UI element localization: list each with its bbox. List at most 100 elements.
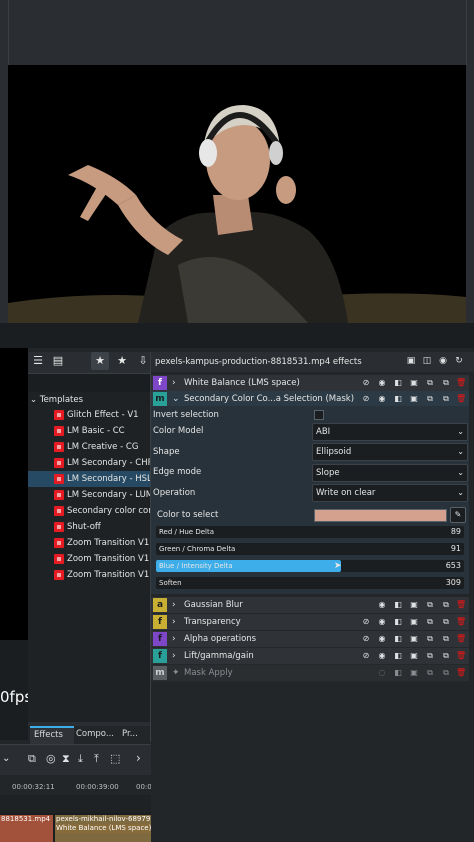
split-icon[interactable]: ⧗: [62, 752, 70, 766]
chevron-right-icon[interactable]: ›: [172, 614, 176, 630]
timeline-clip[interactable]: 8818531.mp4: [0, 815, 53, 842]
compare-icon[interactable]: ◧: [393, 394, 403, 404]
eyedropper-icon[interactable]: ✎: [450, 507, 466, 523]
disable-icon[interactable]: ⊘: [361, 634, 371, 644]
delete-icon[interactable]: 🗑: [456, 394, 466, 404]
eye-icon[interactable]: ◉: [377, 378, 387, 388]
tree-item[interactable]: Glitch Effect - V1: [28, 407, 150, 423]
shape-select[interactable]: Ellipsoid ⌄: [312, 443, 468, 461]
slider-red-hue[interactable]: Red / Hue Delta 89: [156, 526, 464, 538]
video-frame[interactable]: [8, 65, 466, 323]
duplicate-icon[interactable]: ⧉: [425, 617, 435, 627]
tree-item-selected[interactable]: LM Secondary - HSL: [28, 471, 150, 487]
star-filled-icon[interactable]: ★: [91, 352, 109, 370]
eye-icon[interactable]: ◉: [377, 394, 387, 404]
operation-select[interactable]: Write on clear ⌄: [312, 484, 468, 502]
eye-off-icon[interactable]: ◌: [377, 668, 387, 678]
edge-mode-select[interactable]: Slope ⌄: [312, 464, 468, 482]
reset-icon[interactable]: ⧉: [441, 668, 451, 678]
slider-blue-intensity[interactable]: Blue / Intensity Delta ➤ 653: [156, 560, 464, 572]
save-icon[interactable]: ▣: [409, 668, 419, 678]
compare-icon[interactable]: ◧: [393, 634, 403, 644]
disable-icon[interactable]: ⊘: [361, 378, 371, 388]
effect-row-mask-apply[interactable]: m ✦ Mask Apply ◌ ◧ ▣ ⧉ ⧉ 🗑: [151, 665, 469, 682]
chevron-right-icon[interactable]: ›: [172, 648, 176, 664]
disable-icon[interactable]: ⊘: [361, 651, 371, 661]
save-icon[interactable]: ▣: [409, 394, 419, 404]
snap-icon[interactable]: ⧉: [28, 752, 36, 766]
effect-row-white-balance[interactable]: f › White Balance (LMS space) ⊘ ◉ ◧ ▣ ⧉ …: [151, 375, 469, 392]
chevron-right-icon[interactable]: ›: [172, 597, 176, 613]
compare-icon[interactable]: ◫: [422, 356, 432, 366]
compare-icon[interactable]: ◧: [393, 651, 403, 661]
reset-icon[interactable]: ⧉: [441, 600, 451, 610]
slider-green-chroma[interactable]: Green / Chroma Delta 91: [156, 543, 464, 555]
reset-icon[interactable]: ⧉: [441, 378, 451, 388]
effect-row-alpha-operations[interactable]: f › Alpha operations ⊘ ◉ ◧ ▣ ⧉ ⧉ 🗑: [151, 631, 469, 648]
reset-icon[interactable]: ⧉: [441, 394, 451, 404]
chevron-right-icon[interactable]: ›: [172, 631, 176, 647]
tree-item[interactable]: Secondary color corr: [28, 503, 150, 519]
save-icon[interactable]: ▤: [49, 352, 67, 370]
refresh-icon[interactable]: ↻: [454, 356, 464, 366]
chevron-down-icon[interactable]: ⌄: [2, 753, 10, 764]
tree-item[interactable]: LM Secondary - CHRO: [28, 455, 150, 471]
duplicate-icon[interactable]: ⧉: [425, 651, 435, 661]
delete-icon[interactable]: 🗑: [456, 634, 466, 644]
delete-icon[interactable]: 🗑: [456, 617, 466, 627]
compare-icon[interactable]: ◧: [393, 617, 403, 627]
save-icon[interactable]: ▣: [406, 356, 416, 366]
list-icon[interactable]: ☰: [29, 352, 47, 370]
effects-search-input[interactable]: [28, 373, 150, 393]
eye-icon[interactable]: ◉: [377, 651, 387, 661]
invert-selection-checkbox[interactable]: [314, 410, 324, 420]
tree-item[interactable]: Zoom Transition V1 -: [28, 535, 150, 551]
eye-icon[interactable]: ◉: [377, 634, 387, 644]
duplicate-icon[interactable]: ⧉: [425, 394, 435, 404]
download-icon[interactable]: ⇩: [134, 352, 152, 370]
timeline-ruler[interactable]: 00:00:32:11 00:00:39:00 00:00:4: [0, 775, 163, 795]
compare-icon[interactable]: ◧: [393, 378, 403, 388]
disable-icon[interactable]: ⊘: [361, 394, 371, 404]
effect-row-transparency[interactable]: f › Transparency ⊘ ◉ ◧ ▣ ⧉ ⧉ 🗑: [151, 614, 469, 631]
eye-icon[interactable]: ◉: [438, 356, 448, 366]
effect-row-lift-gamma-gain[interactable]: f › Lift/gamma/gain ⊘ ◉ ◧ ▣ ⧉ ⧉ 🗑: [151, 648, 469, 665]
delete-icon[interactable]: 🗑: [456, 600, 466, 610]
tree-item[interactable]: Zoom Transition V1 -: [28, 551, 150, 567]
save-icon[interactable]: ▣: [409, 651, 419, 661]
effect-row-gaussian-blur[interactable]: a › Gaussian Blur ◉ ◧ ▣ ⧉ ⧉ 🗑: [151, 597, 469, 614]
star-icon[interactable]: ★: [113, 352, 131, 370]
color-swatch[interactable]: [314, 509, 447, 522]
tree-item[interactable]: Shut-off: [28, 519, 150, 535]
insert-icon[interactable]: ⤓: [78, 752, 83, 766]
reset-icon[interactable]: ⧉: [441, 651, 451, 661]
save-icon[interactable]: ▣: [409, 634, 419, 644]
tree-item[interactable]: Zoom Transition V1 -: [28, 567, 150, 583]
tree-item[interactable]: LM Basic - CC: [28, 423, 150, 439]
timeline-clip[interactable]: pexels-mikhail-nilov-6897970. White Bala…: [55, 815, 152, 842]
duplicate-icon[interactable]: ⧉: [425, 378, 435, 388]
slider-soften[interactable]: Soften 309: [156, 577, 464, 589]
delete-icon[interactable]: 🗑: [456, 668, 466, 678]
eye-icon[interactable]: ◉: [377, 600, 387, 610]
tree-item[interactable]: LM Secondary - LUMA: [28, 487, 150, 503]
save-icon[interactable]: ▣: [409, 378, 419, 388]
duplicate-icon[interactable]: ⧉: [425, 634, 435, 644]
chevron-right-icon[interactable]: ›: [136, 751, 141, 765]
delete-icon[interactable]: 🗑: [456, 651, 466, 661]
chevron-right-icon[interactable]: ›: [172, 375, 176, 391]
duplicate-icon[interactable]: ⧉: [425, 600, 435, 610]
tab-compositions[interactable]: Compo...: [76, 726, 116, 742]
save-icon[interactable]: ▣: [409, 617, 419, 627]
eye-icon[interactable]: ◉: [377, 617, 387, 627]
chevron-down-icon[interactable]: ⌄: [172, 391, 180, 407]
tree-header[interactable]: ⌄ Templates: [30, 392, 83, 408]
tab-project[interactable]: Pr...: [122, 726, 148, 742]
color-model-select[interactable]: ABI ⌄: [312, 423, 468, 441]
lock-icon[interactable]: ◎: [46, 752, 56, 765]
zone-icon[interactable]: ⬚: [110, 752, 120, 765]
compare-icon[interactable]: ◧: [393, 600, 403, 610]
disable-icon[interactable]: ⊘: [361, 617, 371, 627]
overwrite-icon[interactable]: ⤒: [94, 752, 99, 766]
save-icon[interactable]: ▣: [409, 600, 419, 610]
